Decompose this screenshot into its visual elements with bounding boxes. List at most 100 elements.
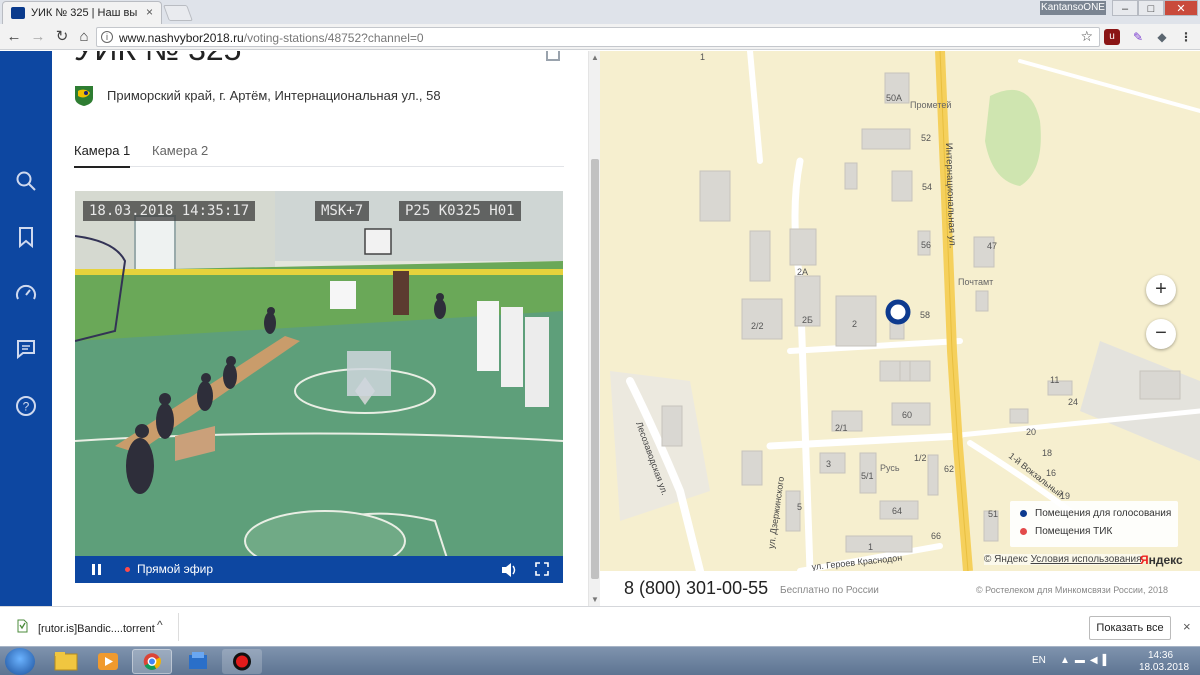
map-house-62: 62 <box>944 464 954 474</box>
url-path: /voting-stations/48752?channel=0 <box>243 31 424 45</box>
map-house-2-2: 2/2 <box>751 321 764 331</box>
scroll-down-icon[interactable]: ▼ <box>591 595 599 604</box>
camera-tabs: Камера 1 Камера 2 <box>74 141 564 168</box>
pen-extension-icon[interactable]: ✎ <box>1130 29 1146 45</box>
url-text[interactable]: www.nashvybor2018.ru/voting-stations/487… <box>119 31 424 45</box>
new-tab-button[interactable] <box>163 5 193 21</box>
station-panel: УИК № 325 Приморский край, г. Артём, Инт… <box>52 51 588 606</box>
video-frame-image <box>75 191 563 583</box>
map-house-11: 11 <box>1050 375 1059 385</box>
map-house-2-1: 2/1 <box>835 423 848 433</box>
map-house-5-1: 5/1 <box>861 471 874 481</box>
scroll-thumb[interactable] <box>591 159 599 579</box>
profile-badge[interactable]: KantansoONE <box>1040 1 1106 15</box>
chevron-up-icon[interactable]: ^ <box>157 618 163 632</box>
media-player-icon[interactable] <box>88 649 128 674</box>
legend-tik-dot <box>1020 527 1027 535</box>
map-house-56: 56 <box>921 240 931 250</box>
forward-arrow-icon[interactable]: → <box>28 27 48 47</box>
map-poi-prometey: Прометей <box>910 100 951 110</box>
site-info-icon[interactable]: i <box>101 31 113 43</box>
map-terms-link[interactable]: Условия использования <box>1031 554 1142 565</box>
legend-voting-label: Помещения для голосования <box>1035 508 1172 519</box>
screen-recorder-icon[interactable] <box>222 649 262 674</box>
fullscreen-icon[interactable] <box>535 562 549 576</box>
pause-icon[interactable] <box>91 563 103 576</box>
tray-language[interactable]: EN <box>1032 655 1046 666</box>
map-house-50a: 50А <box>886 93 902 103</box>
tray-icons[interactable]: ▲▬◀▌ <box>1060 655 1126 669</box>
coat-of-arms-icon <box>75 86 93 106</box>
torrent-file-icon <box>17 619 28 633</box>
map-street-dzerzhinskogo: ул. Дзержинского <box>766 476 786 549</box>
map-house-24: 24 <box>1068 397 1078 407</box>
tab-close-icon[interactable]: × <box>146 5 153 19</box>
map-house-47: 47 <box>987 241 997 251</box>
browser-toolbar: ← → ↻ ⌂ i www.nashvybor2018.ru/voting-st… <box>0 24 1200 50</box>
map-house-5: 5 <box>797 502 802 512</box>
show-all-downloads-button[interactable]: Показать все <box>1089 616 1171 640</box>
shield-extension-icon[interactable]: ◆ <box>1154 29 1170 45</box>
yandex-logo[interactable]: Яндекс <box>1140 553 1183 567</box>
browser-menu-icon[interactable]: ⋮ <box>1178 29 1194 45</box>
start-button[interactable] <box>5 648 35 675</box>
chat-icon[interactable] <box>14 337 38 361</box>
bookmark-icon[interactable] <box>14 225 38 249</box>
zoom-out-button[interactable]: − <box>1146 319 1176 349</box>
window-minimize-button[interactable]: – <box>1112 0 1138 16</box>
download-file-name[interactable]: [rutor.is]Bandic....torrent <box>38 623 155 635</box>
map-poi-pochtamt: Почтамт <box>958 277 993 287</box>
chrome-icon[interactable] <box>132 649 172 674</box>
legend-voting-dot <box>1020 509 1027 517</box>
favorite-flag-icon[interactable] <box>546 51 560 61</box>
map-legend: Помещения для голосования Помещения ТИК <box>1010 501 1178 547</box>
map-view[interactable]: 1 50А Прометей 52 54 56 47 Почтамт 2А 2/… <box>600 51 1200 571</box>
footer-copyright: © Ростелеком для Минкомсвязи России, 201… <box>976 585 1168 595</box>
osd-camera-id: P25 K0325 H01 <box>399 201 521 221</box>
map-house-18: 18 <box>1042 448 1052 458</box>
map-house-52: 52 <box>921 133 931 143</box>
address-bar[interactable]: i www.nashvybor2018.ru/voting-stations/4… <box>96 27 1100 47</box>
back-arrow-icon[interactable]: ← <box>4 27 24 47</box>
map-house-1-2: 1/2 <box>914 453 927 463</box>
speedometer-icon[interactable] <box>14 282 38 306</box>
map-house-64: 64 <box>892 506 902 516</box>
map-house-2a: 2А <box>797 267 808 277</box>
map-copyright: © Яндекс Условия использования <box>984 554 1142 565</box>
legend-item-voting: Помещения для голосования <box>1020 508 1171 519</box>
window-close-button[interactable]: ✕ <box>1164 0 1198 16</box>
page-footer: 8 (800) 301-00-55 Бесплатно по России © … <box>600 571 1200 606</box>
legend-item-tik: Помещения ТИК <box>1020 526 1112 537</box>
bookmark-star-icon[interactable]: ☆ <box>1080 28 1093 45</box>
tray-clock-time[interactable]: 14:36 <box>1148 650 1173 661</box>
live-label: Прямой эфир <box>137 562 213 576</box>
help-icon[interactable]: ? <box>14 394 38 418</box>
page-title: УИК № 325 <box>74 51 241 68</box>
tray-clock-date[interactable]: 18.03.2018 <box>1139 662 1189 673</box>
file-explorer-icon[interactable] <box>46 649 86 674</box>
volume-icon[interactable] <box>501 562 519 578</box>
map-house-58: 58 <box>920 310 930 320</box>
svg-text:?: ? <box>23 400 30 414</box>
home-icon[interactable]: ⌂ <box>74 27 94 47</box>
tab-camera-2[interactable]: Камера 2 <box>152 143 208 166</box>
zoom-in-button[interactable]: + <box>1146 275 1176 305</box>
search-icon[interactable] <box>14 169 38 193</box>
app-sidebar: ? <box>0 51 52 606</box>
map-street-geroev: ул. Героев Краснодон <box>811 553 902 571</box>
map-house-51: 51 <box>988 509 998 519</box>
ublock-extension-icon[interactable]: u <box>1104 29 1120 45</box>
window-maximize-button[interactable]: □ <box>1138 0 1164 16</box>
reload-icon[interactable]: ↻ <box>52 27 72 47</box>
map-house-60: 60 <box>902 410 912 420</box>
close-downloads-icon[interactable]: × <box>1183 619 1191 634</box>
hotline-phone[interactable]: 8 (800) 301-00-55 <box>624 578 768 599</box>
browser-tab-active[interactable]: УИК № 325 | Наш вы × <box>2 1 162 24</box>
tab-camera-1[interactable]: Камера 1 <box>74 143 131 168</box>
osd-timezone: MSK+7 <box>315 201 370 221</box>
scroll-up-icon[interactable]: ▲ <box>591 53 599 62</box>
panel-scrollbar[interactable]: ▲ ▼ <box>588 51 600 606</box>
camera-video[interactable]: 18.03.2018 14:35:17 MSK+7 P25 K0325 H01 <box>75 191 563 583</box>
network-app-icon[interactable] <box>178 649 218 674</box>
map-house-66: 66 <box>931 531 941 541</box>
